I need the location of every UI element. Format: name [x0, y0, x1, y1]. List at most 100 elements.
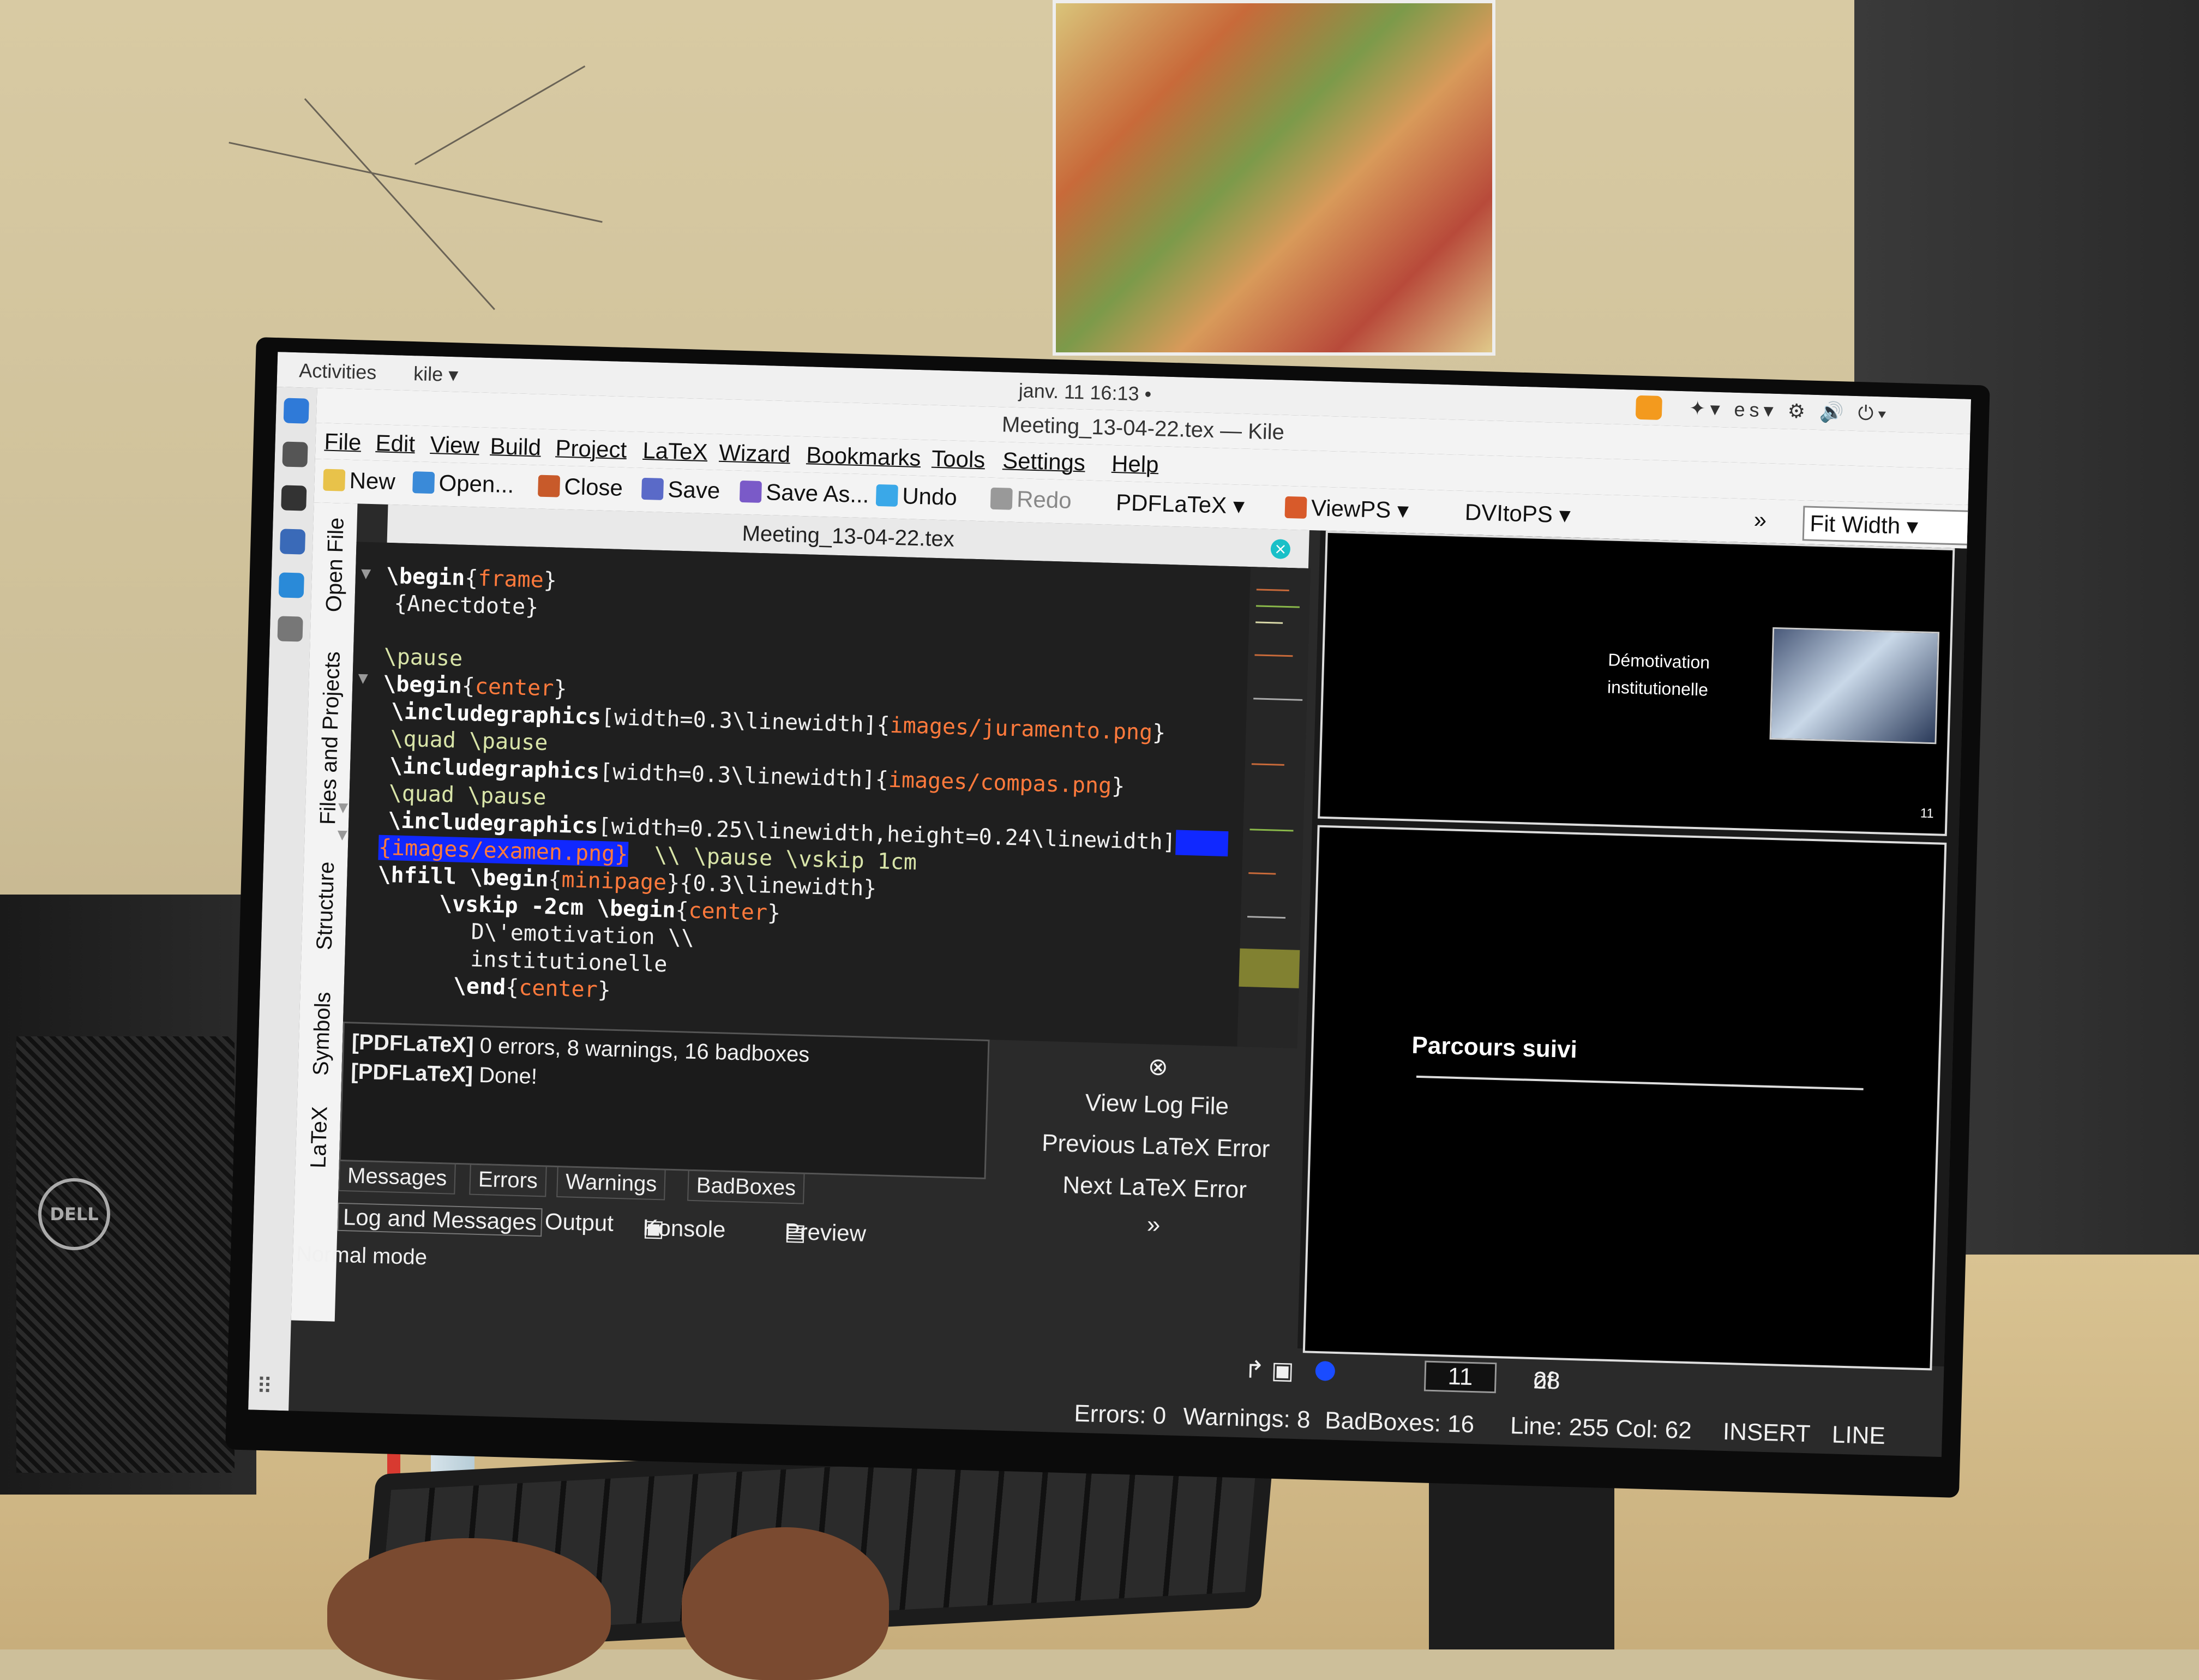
- fold-marker-icon[interactable]: ▼: [338, 798, 349, 817]
- minimap-viewport[interactable]: [1239, 948, 1300, 988]
- activities-button[interactable]: Activities: [299, 359, 377, 384]
- menu-tools[interactable]: Tools: [932, 446, 986, 473]
- tab-output[interactable]: Output: [544, 1208, 614, 1237]
- viewer-icon: [1284, 496, 1307, 519]
- fold-marker-icon[interactable]: ▼: [358, 668, 368, 687]
- slide-page[interactable]: Parcours suivi: [1302, 825, 1947, 1371]
- tab-warnings[interactable]: Warnings: [556, 1166, 666, 1201]
- tab-messages[interactable]: Messages: [338, 1160, 456, 1195]
- save-button[interactable]: Save: [641, 476, 720, 504]
- close-document-icon: [538, 475, 561, 497]
- menu-file[interactable]: File: [324, 429, 362, 456]
- menu-settings[interactable]: Settings: [1002, 447, 1086, 476]
- monitor: Activities kile ▾ janv. 11 16:13 • ✦▾ es…: [225, 337, 1990, 1498]
- firefox-icon[interactable]: [283, 398, 309, 424]
- code-line: \begin{frame}: [386, 563, 557, 593]
- compile-select[interactable]: PDFLaTeX ▾: [1115, 489, 1245, 519]
- badbox-count: BadBoxes: 16: [1324, 1407, 1475, 1438]
- menu-latex[interactable]: LaTeX: [642, 437, 708, 465]
- geological-map-poster: [1053, 0, 1495, 356]
- minimap-line: [1255, 621, 1283, 624]
- camera-indicator-icon[interactable]: [1635, 395, 1662, 421]
- menu-bookmarks[interactable]: Bookmarks: [806, 442, 921, 471]
- undo-button[interactable]: Undo: [875, 482, 958, 511]
- show-apps-icon[interactable]: ⠿: [256, 1374, 273, 1400]
- editor-mode: Normal mode: [296, 1241, 428, 1270]
- undo-label: Undo: [902, 483, 958, 510]
- tab-errors[interactable]: Errors: [469, 1163, 547, 1197]
- build-icon[interactable]: ↱ ▣: [1244, 1355, 1294, 1385]
- error-count: Errors: 0: [1073, 1400, 1167, 1430]
- log-output[interactable]: [PDFLaTeX] 0 errors, 8 warnings, 16 badb…: [339, 1021, 990, 1179]
- right-hand: [682, 1527, 889, 1680]
- menu-help[interactable]: Help: [1111, 451, 1159, 478]
- selection-mode: LINE: [1831, 1421, 1886, 1450]
- terminal-icon[interactable]: [281, 485, 307, 511]
- new-document-icon: [323, 469, 346, 491]
- pc-front-grille: [16, 1036, 235, 1473]
- redo-button[interactable]: Redo: [990, 485, 1072, 514]
- redo-icon: [990, 487, 1013, 510]
- cursor-position: Line: 255 Col: 62: [1510, 1412, 1692, 1444]
- pdf-viewer[interactable]: Démotivation institutionelle 11 Parcours…: [1297, 530, 1967, 1371]
- previous-error-button[interactable]: Previous LaTeX Error: [1008, 1129, 1303, 1164]
- code-line: {Anectdote}: [393, 591, 539, 620]
- tab-open-file[interactable]: Open File: [322, 517, 349, 613]
- tab-log-and-messages[interactable]: Log and Messages: [337, 1202, 543, 1237]
- app-icon[interactable]: [277, 616, 303, 642]
- warning-count: Warnings: 8: [1182, 1403, 1311, 1433]
- menu-project[interactable]: Project: [555, 435, 627, 463]
- fold-marker-icon[interactable]: ▼: [337, 825, 347, 844]
- slide-page-number: 11: [1920, 806, 1934, 821]
- expand-chevron-icon[interactable]: »: [1006, 1207, 1301, 1243]
- open-button[interactable]: Open...: [412, 469, 514, 498]
- menu-edit[interactable]: Edit: [375, 430, 416, 457]
- convert-select[interactable]: DVItoPS ▾: [1464, 499, 1571, 528]
- compile-label: PDFLaTeX: [1115, 489, 1227, 518]
- kile-icon[interactable]: [279, 529, 306, 555]
- close-panel-icon[interactable]: ⊗: [1011, 1049, 1306, 1085]
- menu-view[interactable]: View: [430, 431, 480, 459]
- system-tray[interactable]: ✦▾ es▾ ⚙ 🔊 ⏻▾: [1689, 397, 1891, 425]
- menu-wizard[interactable]: Wizard: [719, 440, 791, 468]
- view-select[interactable]: ViewPS ▾: [1284, 494, 1409, 524]
- save-label: Save: [667, 476, 720, 503]
- minimap-line: [1249, 829, 1294, 832]
- more-tools-icon[interactable]: »: [1753, 507, 1767, 533]
- screen: Activities kile ▾ janv. 11 16:13 • ✦▾ es…: [248, 352, 1972, 1457]
- zoom-select[interactable]: Fit Width ▾: [1802, 506, 1972, 545]
- tab-symbols[interactable]: Symbols: [309, 992, 335, 1076]
- minimap-line: [1256, 589, 1289, 592]
- left-hand: [327, 1538, 611, 1680]
- code-editor[interactable]: ▼ ▼ ▼ ▼ \begin{frame} {Anectdote} \pause…: [337, 542, 1311, 1048]
- code-line: \end{center}: [453, 973, 611, 1003]
- fold-marker-icon[interactable]: ▼: [361, 564, 371, 583]
- slide-text: Démotivation: [1607, 650, 1710, 673]
- menu-build[interactable]: Build: [490, 433, 542, 461]
- code-line: \quad \pause: [388, 781, 547, 811]
- view-log-file-button[interactable]: View Log File: [1010, 1087, 1305, 1123]
- save-as-icon: [739, 480, 762, 503]
- redo-label: Redo: [1016, 486, 1072, 513]
- editor-minimap[interactable]: [1237, 567, 1311, 1048]
- page-number-input[interactable]: 11: [1423, 1360, 1497, 1394]
- next-error-button[interactable]: Next LaTeX Error: [1007, 1170, 1302, 1205]
- close-button[interactable]: Close: [538, 473, 623, 501]
- log-line: [PDFLaTeX] Done!: [350, 1059, 538, 1089]
- clock[interactable]: janv. 11 16:13 •: [1018, 379, 1152, 406]
- tab-badboxes[interactable]: BadBoxes: [687, 1169, 805, 1204]
- undo-icon: [875, 484, 898, 507]
- files-icon[interactable]: [282, 441, 308, 467]
- tab-structure[interactable]: Structure: [313, 861, 340, 950]
- app-icon[interactable]: [278, 572, 304, 598]
- language-indicator[interactable]: es: [1734, 398, 1764, 421]
- app-menu[interactable]: kile ▾: [413, 362, 459, 386]
- slide-thumbnail[interactable]: Démotivation institutionelle 11: [1318, 530, 1955, 836]
- new-button[interactable]: New: [323, 467, 395, 495]
- open-folder-icon: [412, 471, 435, 494]
- open-label: Open...: [438, 470, 515, 498]
- minimap-line: [1255, 605, 1300, 608]
- code-line: \pause: [383, 644, 463, 671]
- tab-latex[interactable]: LaTeX: [307, 1106, 333, 1169]
- save-as-button[interactable]: Save As...: [739, 478, 869, 508]
